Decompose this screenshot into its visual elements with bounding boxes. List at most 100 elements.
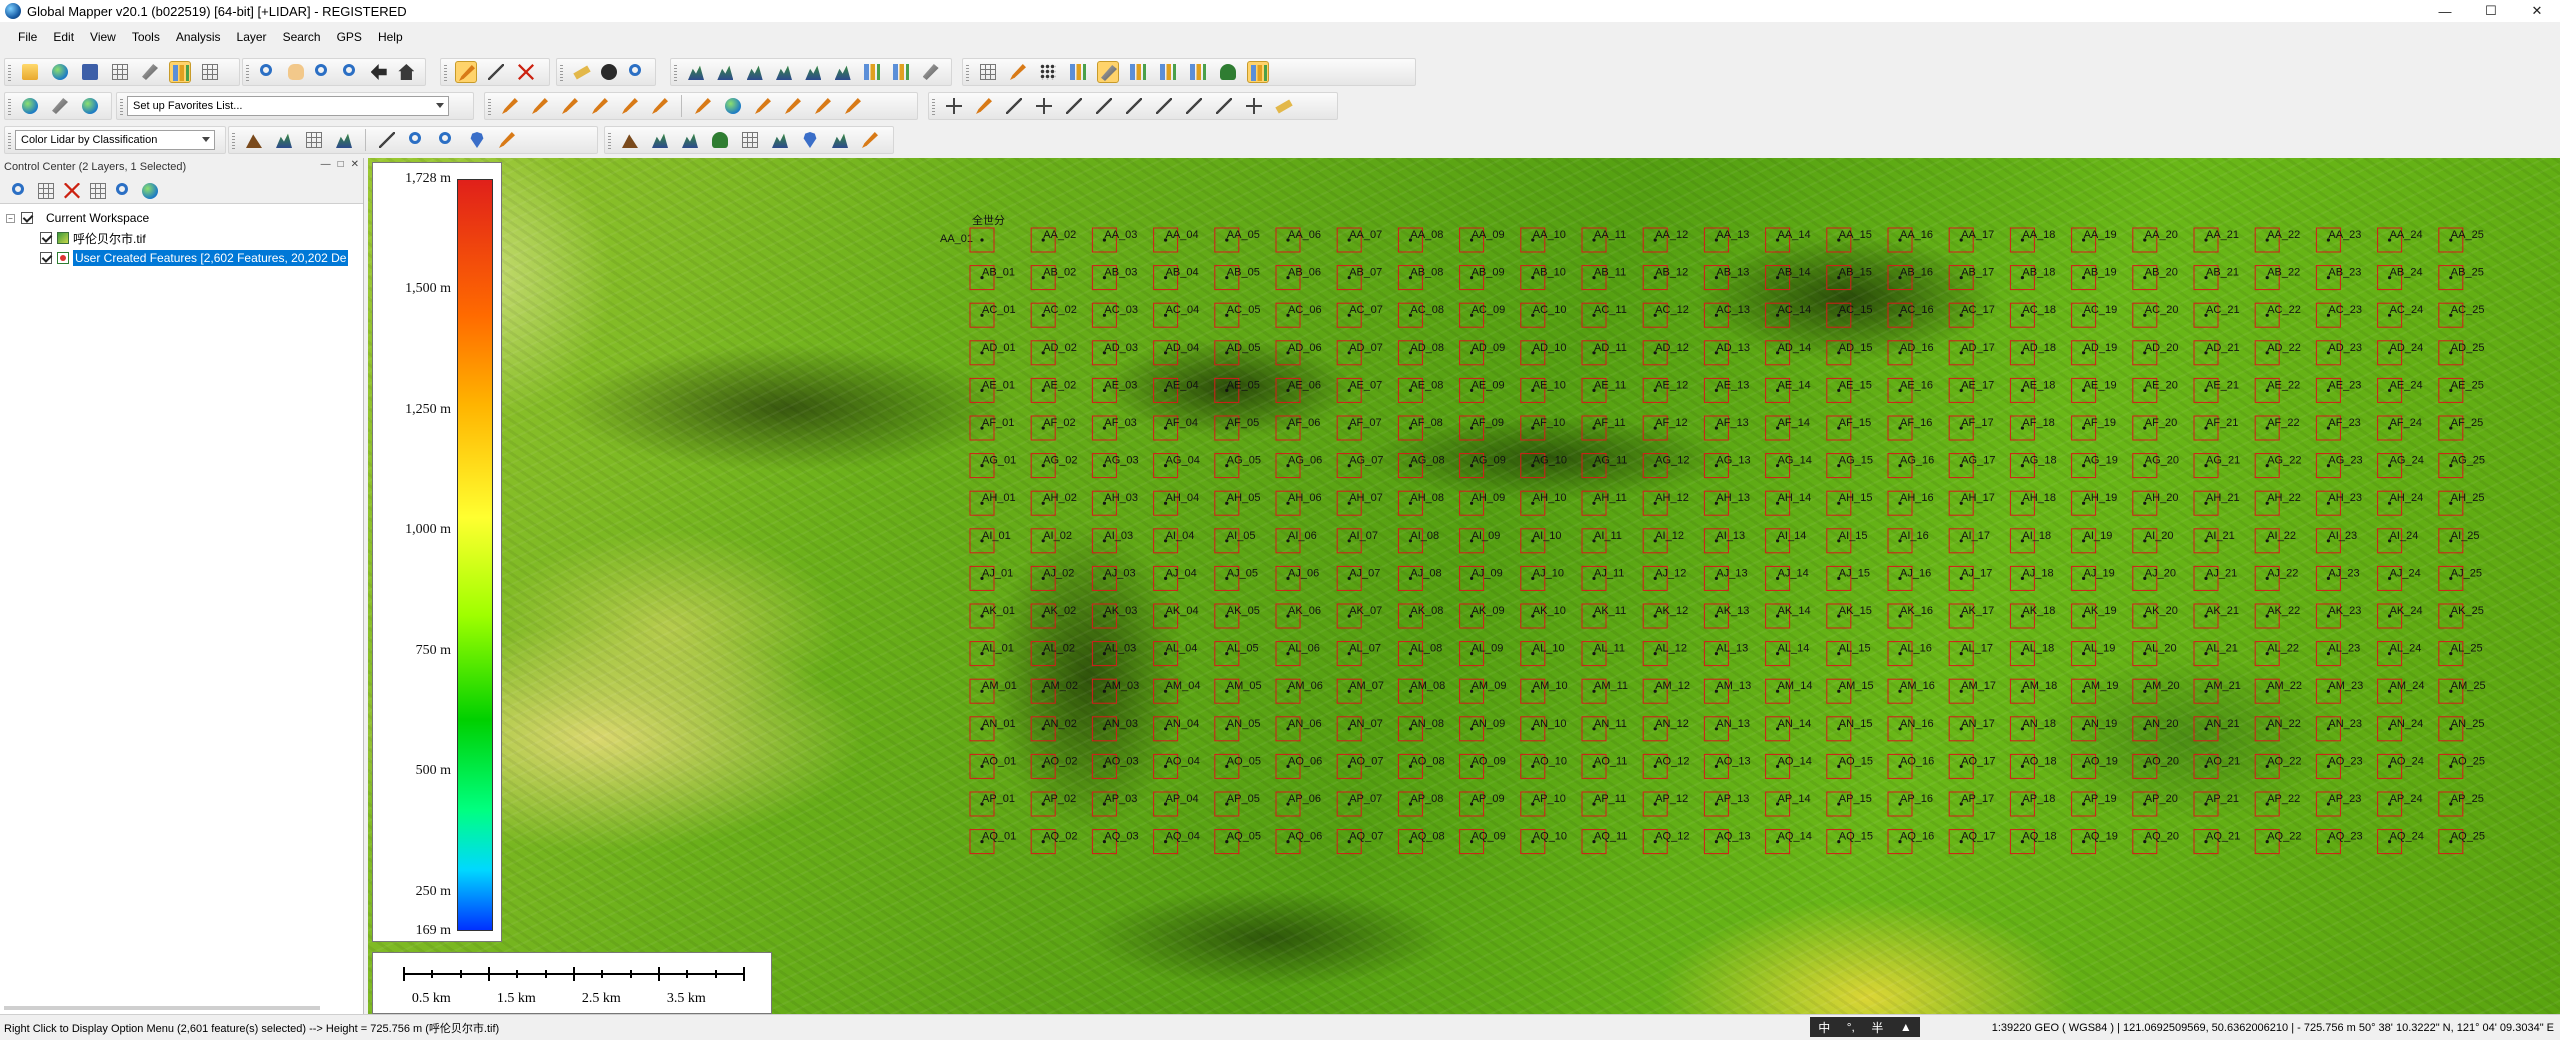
grid-cell[interactable]: AK_18 xyxy=(2009,603,2055,629)
ground-button[interactable] xyxy=(619,129,641,151)
grid-cell[interactable]: AQ_18 xyxy=(2009,829,2057,855)
line-button-2[interactable] xyxy=(1093,95,1115,117)
favorites-combo[interactable]: Set up Favorites List... xyxy=(127,96,449,116)
grid-cell[interactable]: AQ_21 xyxy=(2193,829,2240,855)
grid-cell[interactable]: AI_20 xyxy=(2132,528,2174,554)
feature-info-button[interactable] xyxy=(598,61,618,83)
grid-cell[interactable]: AP_13 xyxy=(1703,791,1749,817)
grid-cell[interactable]: AM_15 xyxy=(1826,678,1874,704)
grid-cell[interactable]: AM_20 xyxy=(2132,678,2180,704)
grid-cell[interactable]: AM_09 xyxy=(1459,678,1507,704)
rotate-button[interactable] xyxy=(973,95,995,117)
grid-cell[interactable]: AN_09 xyxy=(1459,716,1506,742)
grid-cell[interactable]: AD_15 xyxy=(1826,340,1873,366)
layer-checkbox[interactable] xyxy=(40,252,52,264)
grid-cell[interactable]: AK_13 xyxy=(1703,603,1749,629)
shader-button-1[interactable] xyxy=(243,129,265,151)
grid-cell[interactable]: AO_13 xyxy=(1703,753,1751,779)
grid-cell[interactable] xyxy=(969,227,995,253)
lidar-button-7[interactable] xyxy=(1157,61,1179,83)
grid-cell[interactable]: AC_07 xyxy=(1336,302,1383,328)
lidar-button-9[interactable] xyxy=(1217,61,1239,83)
grid-cell[interactable]: AN_22 xyxy=(2254,716,2301,742)
grid-cell[interactable]: AH_03 xyxy=(1091,490,1138,516)
grid-cell[interactable]: AD_20 xyxy=(2132,340,2179,366)
grid-cell[interactable]: AK_16 xyxy=(1887,603,1933,629)
grid-cell[interactable]: AD_13 xyxy=(1703,340,1750,366)
grid-cell[interactable]: AH_19 xyxy=(2071,490,2118,516)
grid-cell[interactable]: AA_09 xyxy=(1459,227,1505,253)
grid-cell[interactable]: AI_22 xyxy=(2254,528,2296,554)
close-layer-button[interactable] xyxy=(61,180,81,200)
grid-cell[interactable]: AN_18 xyxy=(2009,716,2056,742)
grid-cell[interactable]: AG_24 xyxy=(2377,453,2424,479)
grid-cell[interactable]: AF_07 xyxy=(1336,415,1382,441)
grid-cell[interactable]: AQ_13 xyxy=(1703,829,1751,855)
grid-cell[interactable]: AM_03 xyxy=(1091,678,1139,704)
collapse-icon[interactable]: − xyxy=(6,213,15,223)
open-online-data-button[interactable] xyxy=(49,61,71,83)
shader-button-4[interactable] xyxy=(333,129,355,151)
grid-cell[interactable]: AH_14 xyxy=(1765,490,1812,516)
contour-button[interactable] xyxy=(861,61,882,83)
grid-cell[interactable]: AQ_09 xyxy=(1459,829,1506,855)
panel-close-icon[interactable]: ✕ xyxy=(351,159,359,170)
grid-cell[interactable]: AI_17 xyxy=(1948,528,1990,554)
grid-cell[interactable]: AN_14 xyxy=(1765,716,1812,742)
ime-punct[interactable]: °, xyxy=(1847,1020,1855,1034)
ime-indicator[interactable]: 中 °, 半 ▲ xyxy=(1810,1017,1920,1037)
grid-cell[interactable]: AI_10 xyxy=(1520,528,1562,554)
grid-cell[interactable]: AC_12 xyxy=(1642,302,1689,328)
grid-cell[interactable]: AH_25 xyxy=(2438,490,2485,516)
grid-cell[interactable]: AP_15 xyxy=(1826,791,1872,817)
grid-cell[interactable]: AH_07 xyxy=(1336,490,1383,516)
sun-button[interactable] xyxy=(79,95,101,117)
grid-cell[interactable]: AO_05 xyxy=(1214,753,1261,779)
grid-cell[interactable]: AO_12 xyxy=(1642,753,1689,779)
grid-cell[interactable]: AG_11 xyxy=(1581,453,1627,479)
grid-cell[interactable]: AK_20 xyxy=(2132,603,2178,629)
grid-cell[interactable]: AB_07 xyxy=(1336,265,1382,291)
grid-cell[interactable]: AC_25 xyxy=(2438,302,2485,328)
grid-cell[interactable]: AL_06 xyxy=(1275,641,1320,667)
grid-cell[interactable]: AJ_07 xyxy=(1336,565,1380,591)
grid-cell[interactable]: AH_06 xyxy=(1275,490,1322,516)
grid-cell[interactable]: AG_17 xyxy=(1948,453,1995,479)
grid-cell[interactable]: AD_24 xyxy=(2377,340,2424,366)
grid-cell[interactable]: AA_21 xyxy=(2193,227,2239,253)
grid-cell[interactable]: AA_06 xyxy=(1275,227,1321,253)
settings-button[interactable] xyxy=(49,95,71,117)
grid-cell[interactable]: AM_12 xyxy=(1642,678,1690,704)
grid-cell[interactable]: AI_19 xyxy=(2071,528,2113,554)
grid-cell[interactable]: AC_21 xyxy=(2193,302,2240,328)
layer-row[interactable]: User Created Features [2,602 Features, 2… xyxy=(0,248,363,268)
map-view[interactable]: 全世分 AA_01 AA_02 AA_03 AA_04 AA_05 AA_06 AA_07 AA… xyxy=(368,158,2560,1014)
grid-cell[interactable]: AJ_10 xyxy=(1520,565,1564,591)
grid-cell[interactable]: AD_25 xyxy=(2438,340,2485,366)
grid-cell[interactable]: AQ_17 xyxy=(1948,829,1995,855)
shader-button-2[interactable] xyxy=(273,129,295,151)
line-button-3[interactable] xyxy=(1123,95,1145,117)
grid-cell[interactable]: AP_08 xyxy=(1397,791,1443,817)
edit-button-6[interactable] xyxy=(842,95,864,117)
full-view-button[interactable] xyxy=(395,61,415,83)
grid-cell[interactable]: AE_25 xyxy=(2438,377,2484,403)
grid-cell[interactable]: AF_12 xyxy=(1642,415,1688,441)
grid-cell[interactable]: AC_05 xyxy=(1214,302,1261,328)
grid-cell[interactable]: AJ_02 xyxy=(1030,565,1074,591)
grid-cell[interactable]: AJ_19 xyxy=(2071,565,2115,591)
grid-cell[interactable]: AM_17 xyxy=(1948,678,1996,704)
grid-cell[interactable]: AE_10 xyxy=(1520,377,1566,403)
grid-cell[interactable]: AC_09 xyxy=(1459,302,1506,328)
grid-cell[interactable]: AG_16 xyxy=(1887,453,1934,479)
grid-cell[interactable]: AG_05 xyxy=(1214,453,1261,479)
edit-vertex-button[interactable] xyxy=(692,95,714,117)
grid-cell[interactable]: AG_20 xyxy=(2132,453,2179,479)
grid-cell[interactable]: AD_06 xyxy=(1275,340,1322,366)
grid-cell[interactable]: AJ_11 xyxy=(1581,565,1624,591)
volume-button[interactable] xyxy=(832,61,853,83)
grid-cell[interactable]: AJ_25 xyxy=(2438,565,2482,591)
grid-cell[interactable]: AF_11 xyxy=(1581,415,1626,441)
grid-cell[interactable]: AK_15 xyxy=(1826,603,1872,629)
grid-cell[interactable]: AN_24 xyxy=(2377,716,2424,742)
